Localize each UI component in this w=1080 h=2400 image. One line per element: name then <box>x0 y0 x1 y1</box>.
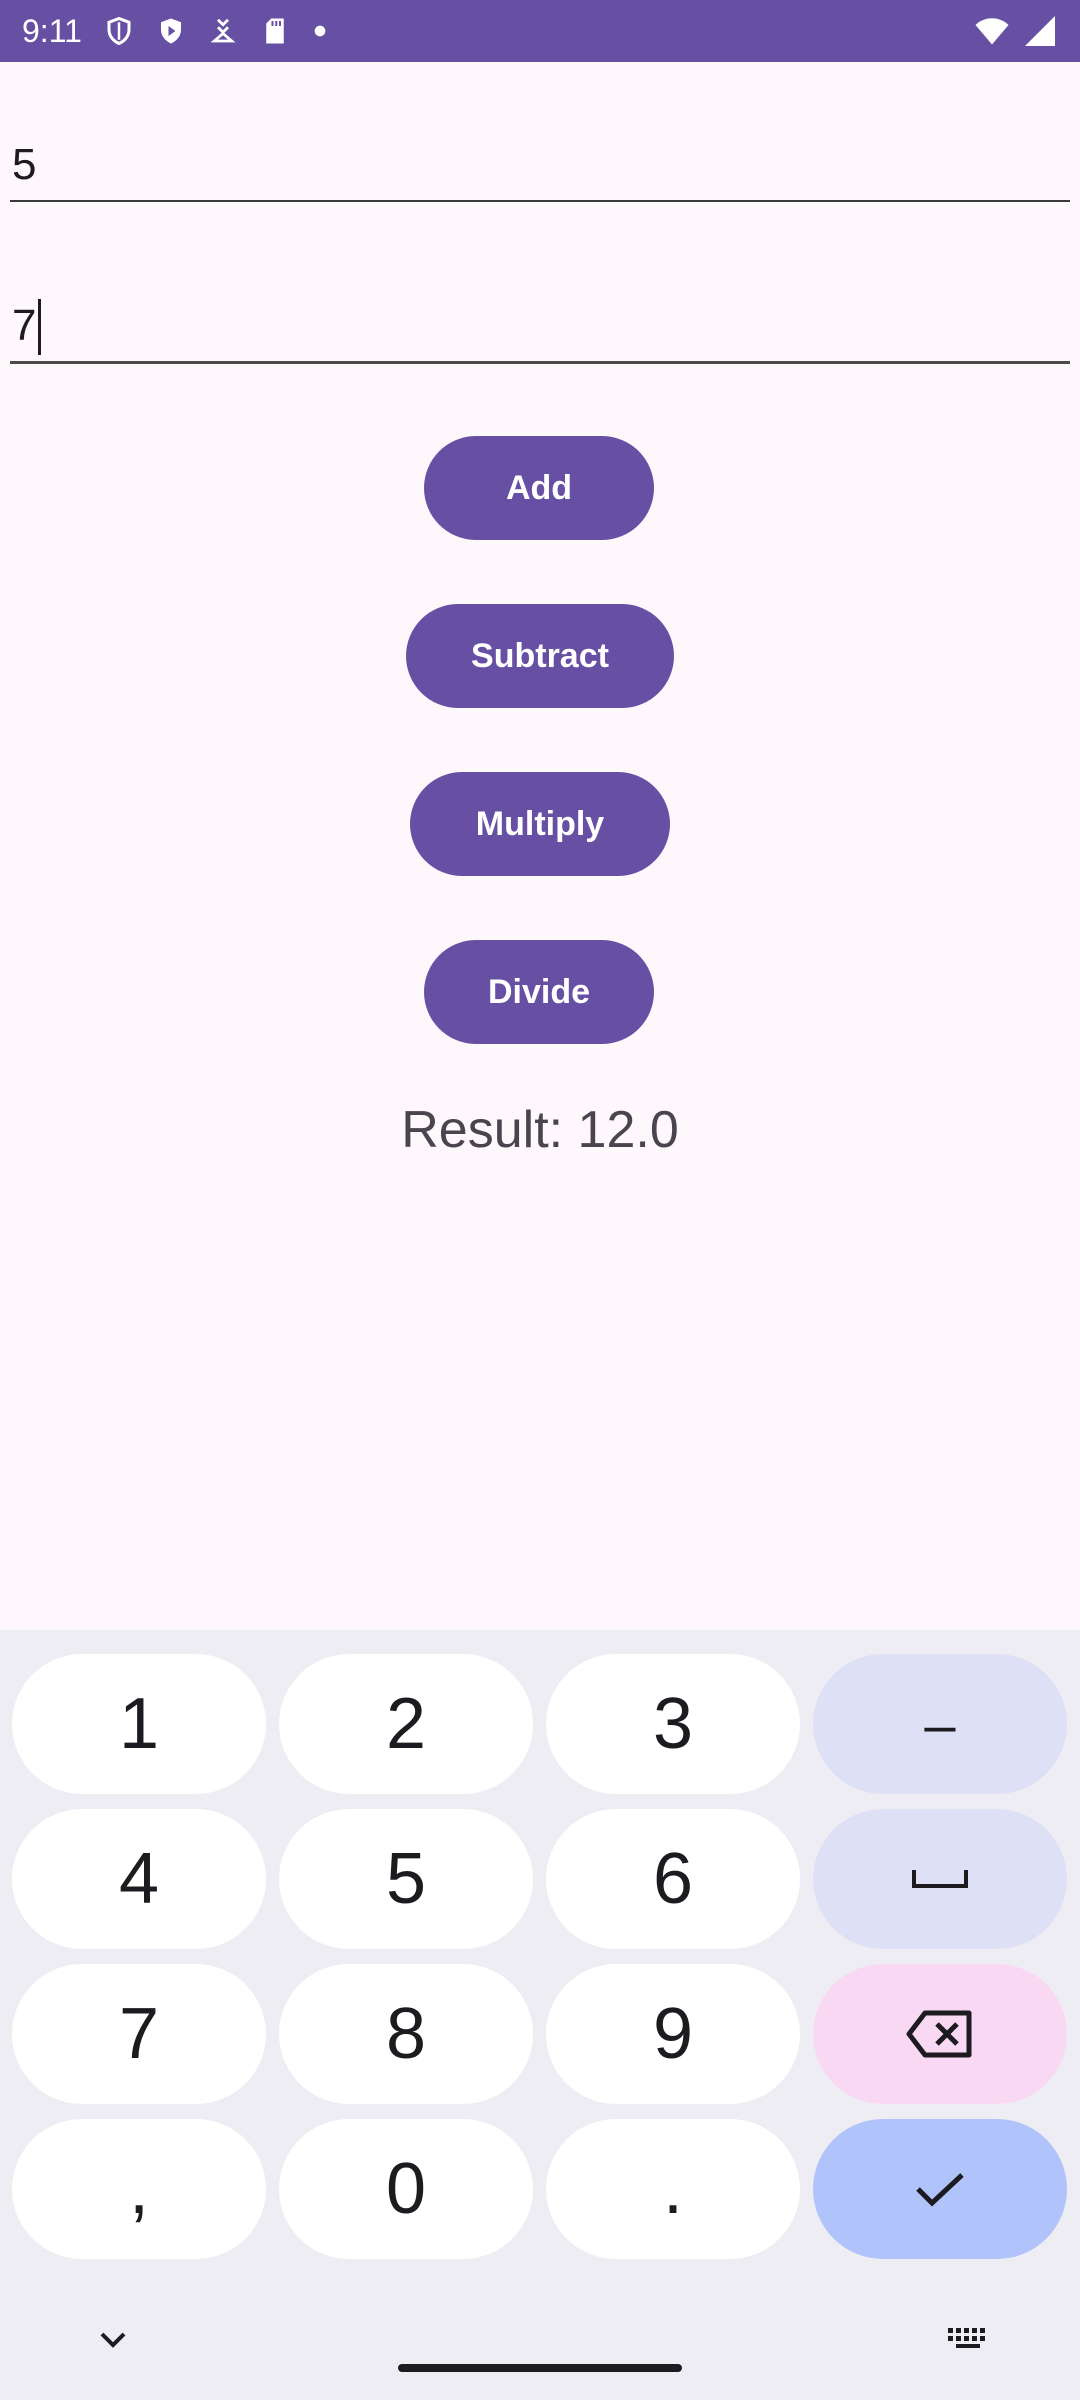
space-icon <box>912 1870 968 1888</box>
key-5[interactable]: 5 <box>279 1809 533 1949</box>
key-4[interactable]: 4 <box>12 1809 266 1949</box>
key-backspace[interactable] <box>813 1964 1067 2104</box>
status-bar: 9:11 <box>0 0 1080 62</box>
key-0[interactable]: 0 <box>279 2119 533 2259</box>
wifi-icon <box>975 18 1009 45</box>
home-handle[interactable] <box>398 2364 682 2372</box>
key-done[interactable] <box>813 2119 1067 2259</box>
shield-icon <box>107 16 131 46</box>
key-2[interactable]: 2 <box>279 1654 533 1794</box>
keyboard-icon[interactable] <box>944 2314 994 2364</box>
key-6[interactable]: 6 <box>546 1809 800 1949</box>
backspace-icon <box>906 2010 972 2058</box>
signal-icon <box>1025 16 1055 46</box>
second-number-value: 7 <box>12 301 37 350</box>
key-comma[interactable]: , <box>12 2119 266 2259</box>
play-shield-icon <box>160 18 181 44</box>
status-icons-left <box>104 16 328 46</box>
navigation-bar <box>0 2290 1080 2400</box>
key-8[interactable]: 8 <box>279 1964 533 2104</box>
key-1[interactable]: 1 <box>12 1654 266 1794</box>
key-period[interactable]: . <box>546 2119 800 2259</box>
key-9[interactable]: 9 <box>546 1964 800 2104</box>
status-icons-right <box>972 13 1058 49</box>
key-minus[interactable]: – <box>813 1654 1067 1794</box>
download-icon <box>210 18 236 43</box>
checkmark-icon <box>916 2173 964 2207</box>
sd-card-icon <box>266 18 284 44</box>
result-text: Result: 12.0 <box>401 1101 679 1159</box>
subtract-button[interactable]: Subtract <box>406 604 674 708</box>
key-space[interactable] <box>813 1809 1067 1949</box>
divide-button[interactable]: Divide <box>424 940 654 1044</box>
status-time: 9:11 <box>22 12 82 49</box>
multiply-button[interactable]: Multiply <box>410 772 670 876</box>
second-number-input[interactable]: 7 <box>10 280 1070 364</box>
first-number-value: 5 <box>12 140 37 189</box>
key-3[interactable]: 3 <box>546 1654 800 1794</box>
add-button[interactable]: Add <box>424 436 654 540</box>
text-cursor <box>38 299 42 355</box>
key-7[interactable]: 7 <box>12 1964 266 2104</box>
chevron-down-icon[interactable] <box>88 2314 138 2364</box>
numeric-keyboard: 1 2 3 – 4 5 6 7 8 9 , 0 . <box>0 1630 1080 2400</box>
dot-icon <box>314 25 326 37</box>
first-number-input[interactable]: 5 <box>10 120 1070 202</box>
